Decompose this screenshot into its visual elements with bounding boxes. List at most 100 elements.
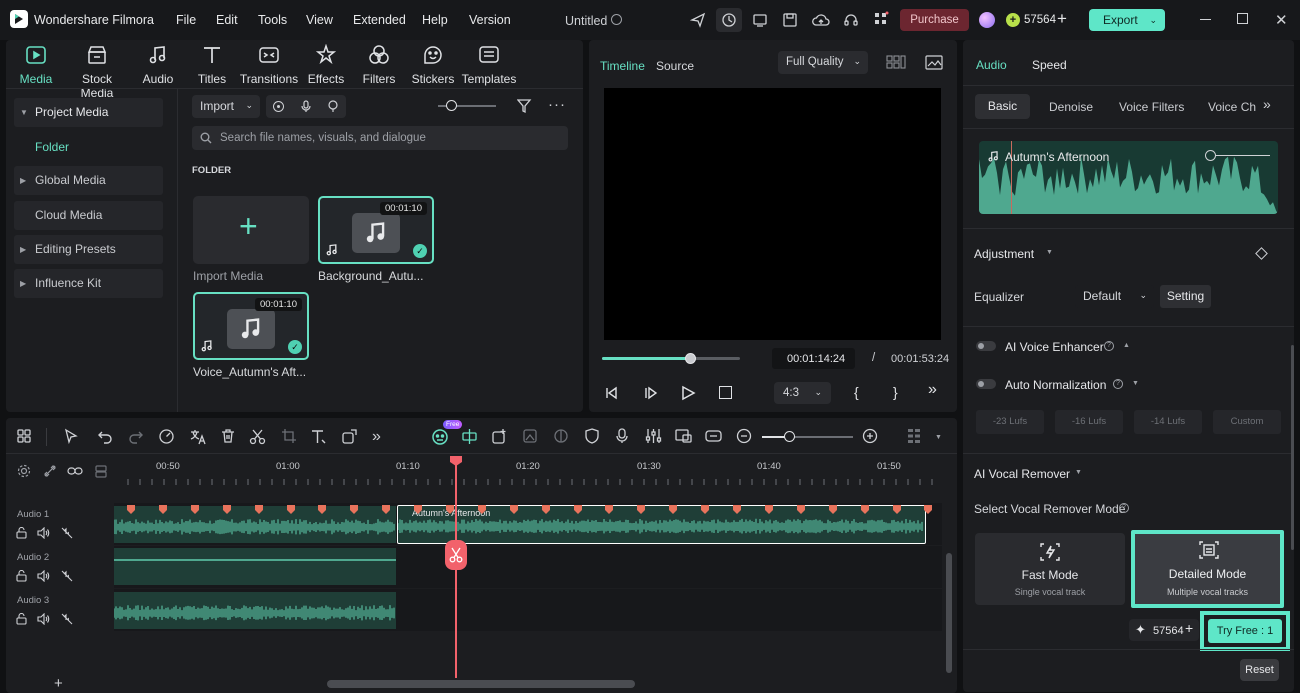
search-field[interactable]: Search file names, visuals, and dialogue bbox=[192, 126, 568, 150]
fast-mode-card[interactable]: Fast Mode Single vocal track bbox=[975, 533, 1125, 605]
menu-version[interactable]: Version bbox=[469, 13, 511, 27]
tool-stickers[interactable]: Stickers bbox=[403, 44, 463, 86]
lufs-option[interactable]: -23 Lufs bbox=[976, 410, 1044, 434]
menu-edit[interactable]: Edit bbox=[216, 13, 238, 27]
minimize-icon[interactable] bbox=[1200, 19, 1211, 20]
timeline-horizontal-scrollbar[interactable] bbox=[327, 680, 635, 688]
volume-icon[interactable] bbox=[37, 527, 50, 539]
cloud-upload-icon[interactable] bbox=[812, 12, 830, 28]
mark-in-icon[interactable]: { bbox=[854, 384, 859, 400]
undo-icon[interactable] bbox=[97, 428, 117, 446]
tool-media[interactable]: Media bbox=[6, 44, 66, 86]
adjustment-heading[interactable]: Adjustment bbox=[974, 247, 1034, 261]
tool-audio[interactable]: Audio bbox=[128, 44, 188, 86]
record-screen-icon[interactable] bbox=[273, 101, 284, 112]
help-icon[interactable]: ? bbox=[1104, 341, 1114, 351]
search-input[interactable]: Search file names, visuals, and dialogue bbox=[220, 132, 426, 144]
menu-extended[interactable]: Extended bbox=[353, 13, 406, 27]
mark-out-icon[interactable]: } bbox=[893, 384, 898, 400]
color-match-icon[interactable] bbox=[553, 428, 573, 446]
grid-view-icon[interactable] bbox=[886, 55, 906, 70]
tool-titles[interactable]: Titles bbox=[182, 44, 242, 86]
pip-icon[interactable] bbox=[675, 428, 695, 446]
try-free-button[interactable]: Try Free : 1 bbox=[1200, 611, 1290, 651]
lock-icon[interactable] bbox=[16, 527, 27, 539]
tool-stock-media[interactable]: Stock Media bbox=[67, 44, 127, 100]
more-tabs-icon[interactable]: » bbox=[1263, 96, 1271, 112]
previous-frame-icon[interactable] bbox=[604, 386, 618, 400]
help-icon[interactable]: ? bbox=[1119, 503, 1129, 513]
caret-up-icon[interactable]: ▲ bbox=[1123, 342, 1130, 349]
zoom-slider[interactable] bbox=[762, 431, 853, 442]
add-credits-icon[interactable]: + bbox=[1057, 9, 1067, 29]
mute-track-icon[interactable] bbox=[61, 613, 73, 625]
volume-icon[interactable] bbox=[37, 613, 50, 625]
auto-normalization-toggle[interactable] bbox=[976, 379, 996, 389]
voiceover-icon[interactable] bbox=[327, 100, 339, 113]
avatar[interactable] bbox=[979, 12, 995, 28]
purchase-button[interactable]: Purchase bbox=[900, 9, 969, 31]
filter-icon[interactable] bbox=[517, 99, 533, 114]
menu-file[interactable]: File bbox=[176, 13, 196, 27]
split-scissors-icon[interactable] bbox=[445, 540, 467, 570]
select-tool-icon[interactable] bbox=[63, 428, 83, 446]
shield-icon[interactable] bbox=[584, 428, 604, 446]
sidebar-item-cloud-media[interactable]: Cloud Media bbox=[14, 201, 163, 230]
quality-dropdown[interactable]: Full Quality ⌄ bbox=[778, 51, 868, 74]
magnetic-snap-icon[interactable] bbox=[461, 428, 481, 446]
split-scissors-icon[interactable] bbox=[249, 428, 269, 446]
play-icon[interactable] bbox=[681, 385, 696, 401]
headset-icon[interactable] bbox=[843, 12, 859, 28]
subtab-voice-filters[interactable]: Voice Filters bbox=[1119, 100, 1184, 114]
import-media-tile[interactable]: + bbox=[193, 196, 309, 264]
audio-clip[interactable] bbox=[114, 592, 396, 629]
more-options-icon[interactable]: ··· bbox=[548, 96, 566, 113]
keyframe-icon[interactable] bbox=[705, 428, 725, 446]
media-item-voice[interactable]: 00:01:10 ✓ bbox=[193, 292, 309, 360]
sidebar-item-project-media[interactable]: ▼ Project Media bbox=[14, 98, 163, 127]
text-tool-icon[interactable] bbox=[310, 428, 330, 446]
subtab-voice-changer[interactable]: Voice Cha bbox=[1208, 100, 1256, 114]
tab-speed[interactable]: Speed bbox=[1032, 58, 1067, 72]
sidebar-item-global-media[interactable]: ▶ Global Media bbox=[14, 166, 163, 195]
menu-help[interactable]: Help bbox=[422, 13, 448, 27]
lufs-option[interactable]: Custom bbox=[1213, 410, 1281, 434]
equalizer-setting-button[interactable]: Setting bbox=[1160, 285, 1211, 308]
subtab-denoise[interactable]: Denoise bbox=[1049, 100, 1093, 114]
audio-clip-selected[interactable]: Autumn's Afternoon bbox=[397, 505, 926, 544]
tool-filters[interactable]: Filters bbox=[349, 44, 409, 86]
equalizer-dropdown[interactable]: Default ⌄ bbox=[1075, 285, 1154, 308]
export-button[interactable]: Export ⌄ bbox=[1089, 9, 1165, 31]
unlink-icon[interactable] bbox=[43, 464, 57, 478]
menu-tools[interactable]: Tools bbox=[258, 13, 287, 27]
translate-icon[interactable] bbox=[189, 428, 209, 446]
next-frame-icon[interactable] bbox=[643, 386, 657, 400]
more-controls-icon[interactable]: » bbox=[928, 381, 937, 399]
image-tool-icon[interactable] bbox=[522, 428, 542, 446]
close-icon[interactable]: ✕ bbox=[1275, 11, 1288, 29]
sidebar-item-folder[interactable]: Folder bbox=[35, 140, 69, 154]
tab-source[interactable]: Source bbox=[656, 59, 694, 73]
history-icon[interactable] bbox=[716, 8, 742, 32]
tab-timeline[interactable]: Timeline bbox=[600, 59, 645, 73]
tab-audio[interactable]: Audio bbox=[976, 58, 1007, 72]
mute-track-icon[interactable] bbox=[61, 570, 73, 582]
caret-down-icon[interactable]: ▼ bbox=[1132, 380, 1139, 387]
track-settings-icon[interactable] bbox=[17, 464, 31, 478]
audio-clip[interactable] bbox=[114, 548, 396, 585]
lufs-option[interactable]: -16 Lufs bbox=[1055, 410, 1123, 434]
detailed-mode-card[interactable]: Detailed Mode Multiple vocal tracks bbox=[1131, 530, 1284, 608]
ai-voice-enhancer-toggle[interactable] bbox=[976, 341, 996, 351]
monitor-icon[interactable] bbox=[752, 12, 768, 28]
sidebar-item-influence-kit[interactable]: ▶ Influence Kit bbox=[14, 269, 163, 298]
apps-grid-icon[interactable] bbox=[873, 11, 889, 27]
media-item-background[interactable]: 00:01:10 ✓ bbox=[318, 196, 434, 264]
aspect-ratio-dropdown[interactable]: 4:3 ⌄ bbox=[774, 382, 831, 404]
delete-icon[interactable] bbox=[220, 428, 240, 446]
help-icon[interactable]: ? bbox=[1113, 379, 1123, 389]
caret-down-icon[interactable]: ▼ bbox=[1075, 469, 1082, 476]
thumbnail-size-slider[interactable] bbox=[438, 100, 496, 111]
mute-track-icon[interactable] bbox=[61, 527, 73, 539]
timeline-vertical-scrollbar[interactable] bbox=[946, 553, 952, 673]
import-dropdown[interactable]: Import ⌄ bbox=[192, 95, 260, 118]
